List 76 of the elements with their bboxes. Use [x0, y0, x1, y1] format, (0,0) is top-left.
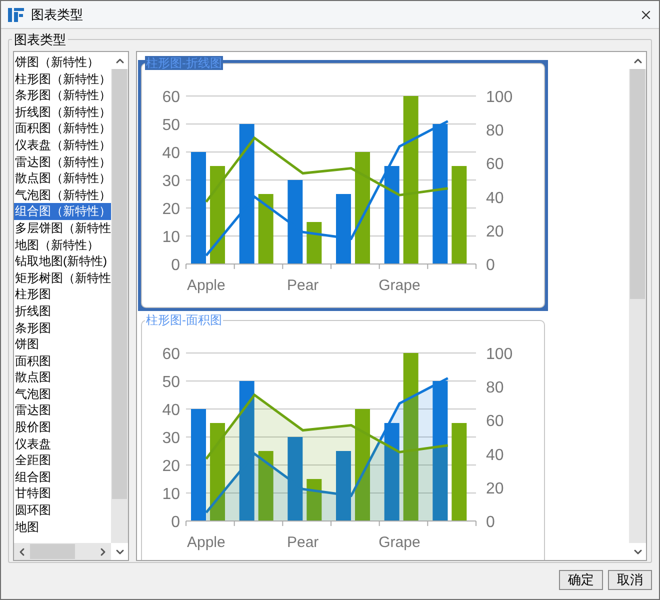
axis-label: 80 — [486, 380, 504, 397]
chart-title: 柱形图-面积图 — [145, 313, 223, 327]
axis-label: 20 — [162, 201, 180, 218]
axis-label: 20 — [162, 458, 180, 475]
chart-type-item[interactable]: 雷达图 — [14, 402, 111, 420]
axis-label: 60 — [162, 346, 180, 363]
bar — [258, 194, 274, 264]
chart-type-item[interactable]: 仪表盘（新特性） — [14, 136, 111, 154]
window-title: 图表类型 — [31, 6, 83, 24]
axis-label: 0 — [171, 257, 180, 274]
bar — [336, 451, 351, 521]
axis-label: 30 — [162, 173, 180, 190]
chart-type-item[interactable]: 柱形图（新特性） — [14, 70, 111, 88]
chart-type-item[interactable]: 地图（新特性） — [14, 236, 111, 254]
axis-label: 80 — [486, 122, 504, 140]
axis-label: 20 — [486, 480, 504, 498]
bar — [306, 479, 322, 521]
category-label: Grape — [378, 277, 420, 294]
chart-type-item[interactable]: 折线图（新特性） — [14, 104, 111, 120]
axis-label: 0 — [486, 257, 495, 274]
chart-type-item[interactable]: 地图 — [14, 518, 111, 536]
chart-type-item[interactable]: 矩形树图（新特性 — [14, 270, 111, 286]
chart-type-item[interactable]: 仪表盘 — [14, 436, 111, 452]
category-label: Pear — [287, 534, 319, 551]
axis-label: 10 — [162, 229, 180, 246]
chart-type-item[interactable]: 气泡图 — [14, 386, 111, 402]
axis-label: 60 — [162, 89, 180, 106]
chart-type-item[interactable]: 全距图 — [14, 452, 111, 469]
chart-type-item[interactable]: 组合图 — [14, 468, 111, 486]
chart-type-item[interactable]: 面积图 — [14, 352, 111, 370]
dialog-button[interactable]: 确定 — [559, 570, 603, 590]
vertical-scrollbar[interactable] — [629, 52, 646, 560]
axis-label: 40 — [486, 446, 504, 464]
chart-type-item[interactable]: 条形图 — [14, 320, 111, 336]
chart-type-item[interactable]: 柱形图 — [14, 286, 111, 303]
axis-label: 100 — [486, 89, 513, 106]
chart-title: 柱形图-折线图 — [145, 56, 223, 70]
chart-type-item[interactable]: 条形图（新特性） — [14, 87, 111, 104]
app-logo-icon — [7, 6, 25, 24]
vertical-scrollbar[interactable] — [111, 52, 128, 560]
chart-type-item[interactable]: 股价图 — [14, 419, 111, 436]
axis-label: 40 — [162, 145, 180, 162]
chart-type-item[interactable]: 雷达图（新特性） — [14, 154, 111, 170]
chart-type-item[interactable]: 折线图 — [14, 302, 111, 320]
axis-label: 50 — [162, 374, 180, 391]
chart-type-item[interactable]: 多层饼图（新特性 — [14, 220, 111, 237]
bar — [306, 222, 322, 264]
category-label: Pear — [287, 277, 319, 294]
axis-label: 60 — [486, 156, 504, 174]
axis-label: 0 — [486, 514, 495, 531]
axis-label: 40 — [162, 402, 180, 419]
chart-type-item[interactable]: 组合图（新特性） — [14, 203, 111, 220]
axis-label: 30 — [162, 430, 180, 447]
dialog-button[interactable]: 取消 — [608, 570, 652, 590]
bar — [258, 451, 274, 521]
chart-type-item[interactable]: 甘特图 — [14, 485, 111, 502]
axis-label: 0 — [171, 514, 180, 531]
axis-label: 10 — [162, 486, 180, 503]
axis-label: 60 — [486, 413, 504, 430]
chart-type-item[interactable]: 饼图 — [14, 336, 111, 353]
axis-label: 40 — [486, 190, 504, 207]
chart-type-item[interactable]: 散点图（新特性） — [14, 170, 111, 187]
chart-type-item[interactable]: 面积图（新特性） — [14, 120, 111, 137]
chart-type-item[interactable]: 气泡图（新特性） — [14, 186, 111, 204]
horizontal-scrollbar[interactable] — [14, 543, 111, 560]
chart-type-item[interactable]: 散点图 — [14, 369, 111, 386]
chart-type-item[interactable]: 饼图（新特性） — [14, 54, 111, 71]
chart-type-item[interactable]: 圆环图 — [14, 502, 111, 519]
axis-label: 50 — [162, 117, 180, 134]
bar — [336, 194, 351, 264]
axis-label: 100 — [486, 346, 513, 363]
axis-label: 20 — [486, 223, 504, 240]
category-label: Apple — [186, 277, 226, 294]
category-label: Grape — [378, 534, 420, 551]
category-label: Apple — [186, 534, 226, 551]
chart-type-item[interactable]: 钻取地图(新特性) — [14, 253, 111, 270]
